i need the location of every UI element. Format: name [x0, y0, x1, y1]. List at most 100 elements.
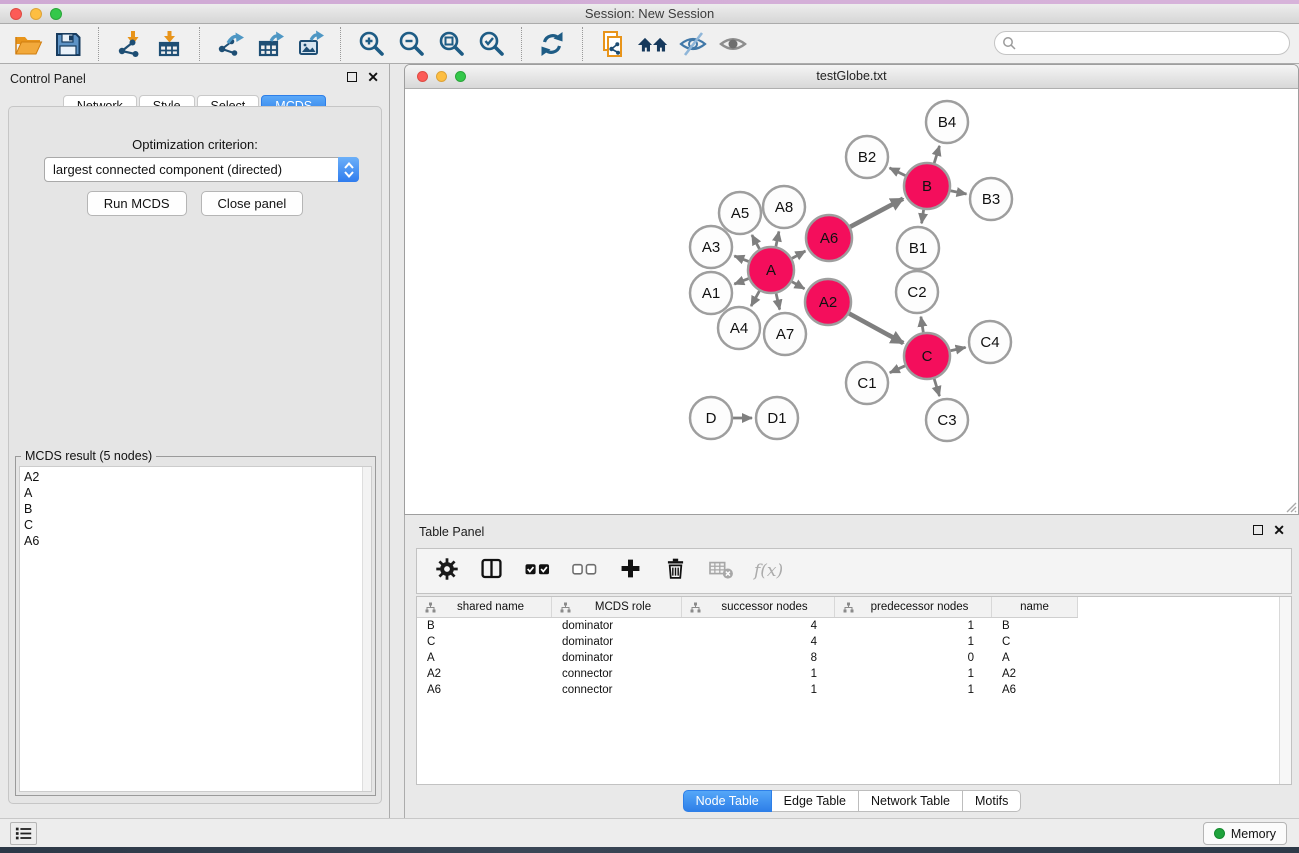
result-item-C[interactable]: C: [24, 517, 359, 533]
cell[interactable]: 4: [682, 636, 835, 648]
close-panel-icon[interactable]: ✕: [367, 72, 379, 82]
graph-node-B4[interactable]: B4: [926, 101, 968, 143]
select-all-columns-button[interactable]: [524, 557, 551, 586]
run-mcds-button[interactable]: Run MCDS: [87, 191, 187, 216]
table-mode-settings-button[interactable]: [435, 557, 459, 586]
dropdown-stepper-icon[interactable]: [338, 157, 359, 182]
table-row-A6[interactable]: A6connector11A6: [417, 682, 1291, 698]
cell[interactable]: 8: [682, 652, 835, 664]
result-item-A2[interactable]: A2: [24, 469, 359, 485]
column-header-MCDS-role[interactable]: MCDS role: [552, 597, 682, 617]
table-row-C[interactable]: Cdominator41C: [417, 634, 1291, 650]
zoom-fit-button[interactable]: [435, 28, 467, 60]
tab-node-table[interactable]: Node Table: [683, 790, 772, 812]
graph-node-A2[interactable]: A2: [805, 279, 851, 325]
open-session-button[interactable]: [12, 28, 44, 60]
edge-A-A8[interactable]: [776, 232, 779, 247]
resize-grip-icon[interactable]: [1283, 499, 1297, 513]
edge-A-A2[interactable]: [792, 282, 805, 289]
graph-node-A5[interactable]: A5: [719, 192, 761, 234]
cell[interactable]: dominator: [552, 652, 682, 664]
graph-node-B1[interactable]: B1: [897, 227, 939, 269]
network-canvas[interactable]: B4B2BB3A8A5A6A3B1AA1C2A2A4A7C4CC1C3DD1: [405, 89, 1298, 514]
close-panel-icon[interactable]: ✕: [1273, 525, 1285, 535]
zoom-window-button[interactable]: [50, 8, 62, 20]
function-builder-button[interactable]: f(x): [754, 561, 783, 581]
zoom-network-button[interactable]: [455, 71, 466, 82]
mcds-result-listbox[interactable]: A2ABCA6: [19, 466, 372, 792]
table-row-B[interactable]: Bdominator41B: [417, 618, 1291, 634]
export-image-button[interactable]: [294, 28, 326, 60]
minimize-network-button[interactable]: [436, 71, 447, 82]
graph-node-C3[interactable]: C3: [926, 399, 968, 441]
graph-node-C1[interactable]: C1: [846, 362, 888, 404]
refresh-button[interactable]: [536, 28, 568, 60]
cell[interactable]: 1: [835, 668, 992, 680]
cell[interactable]: C: [992, 636, 1078, 648]
result-item-A[interactable]: A: [24, 485, 359, 501]
optimization-criterion-dropdown[interactable]: largest connected component (directed): [44, 157, 359, 182]
show-all-button[interactable]: [717, 28, 749, 60]
cell[interactable]: dominator: [552, 636, 682, 648]
close-window-button[interactable]: [10, 8, 22, 20]
network-window-controls[interactable]: [417, 65, 466, 88]
edge-A6-B[interactable]: [850, 199, 903, 227]
edge-A-A4[interactable]: [751, 291, 759, 306]
cell[interactable]: 1: [835, 684, 992, 696]
edge-B-B4[interactable]: [934, 146, 939, 163]
edge-A-A6[interactable]: [792, 251, 805, 258]
edge-A-A7[interactable]: [776, 293, 780, 309]
graph-node-B2[interactable]: B2: [846, 136, 888, 178]
close-panel-button[interactable]: Close panel: [201, 191, 304, 216]
zoom-in-button[interactable]: [355, 28, 387, 60]
search-input[interactable]: [1017, 33, 1289, 53]
unselect-all-columns-button[interactable]: [571, 557, 598, 586]
result-item-B[interactable]: B: [24, 501, 359, 517]
task-history-button[interactable]: [10, 822, 37, 845]
close-network-button[interactable]: [417, 71, 428, 82]
delete-columns-button[interactable]: [663, 556, 688, 586]
graph-node-D1[interactable]: D1: [756, 397, 798, 439]
edge-C-C1[interactable]: [890, 366, 905, 373]
cell[interactable]: A6: [992, 684, 1078, 696]
graph-node-C2[interactable]: C2: [896, 271, 938, 313]
export-network-button[interactable]: [214, 28, 246, 60]
show-columns-button[interactable]: [479, 556, 504, 586]
edge-A2-C[interactable]: [849, 314, 903, 344]
cell[interactable]: connector: [552, 668, 682, 680]
cell[interactable]: dominator: [552, 620, 682, 632]
column-header-predecessor-nodes[interactable]: predecessor nodes: [835, 597, 992, 617]
tab-network-table[interactable]: Network Table: [859, 790, 963, 812]
cell[interactable]: 1: [835, 620, 992, 632]
column-header-successor-nodes[interactable]: successor nodes: [682, 597, 835, 617]
table-row-A2[interactable]: A2connector11A2: [417, 666, 1291, 682]
cell[interactable]: C: [417, 636, 552, 648]
clone-network-button[interactable]: [597, 28, 629, 60]
delete-table-button[interactable]: [708, 558, 734, 585]
edge-B-B1[interactable]: [922, 210, 924, 224]
graph-node-A1[interactable]: A1: [690, 272, 732, 314]
cybrowser-home-button[interactable]: [637, 28, 669, 60]
edge-C-C4[interactable]: [950, 347, 965, 350]
column-header-name[interactable]: name: [992, 597, 1078, 617]
graph-node-C[interactable]: C: [904, 333, 950, 379]
tab-edge-table[interactable]: Edge Table: [772, 790, 859, 812]
column-header-shared-name[interactable]: shared name: [417, 597, 552, 617]
node-table[interactable]: shared nameMCDS rolesuccessor nodesprede…: [416, 596, 1292, 785]
table-scrollbar[interactable]: [1279, 597, 1291, 784]
search-box[interactable]: [994, 31, 1290, 55]
import-table-button[interactable]: [153, 28, 185, 60]
cell[interactable]: 1: [682, 668, 835, 680]
graph-node-A3[interactable]: A3: [690, 226, 732, 268]
create-column-button[interactable]: [618, 556, 643, 586]
cell[interactable]: 0: [835, 652, 992, 664]
table-row-A[interactable]: Adominator80A: [417, 650, 1291, 666]
edge-C-C2[interactable]: [921, 317, 923, 333]
edge-B-B2[interactable]: [890, 168, 906, 176]
graph-node-C4[interactable]: C4: [969, 321, 1011, 363]
edge-A-A5[interactable]: [752, 235, 760, 249]
tab-motifs[interactable]: Motifs: [963, 790, 1021, 812]
export-table-button[interactable]: [254, 28, 286, 60]
float-panel-icon[interactable]: [1253, 525, 1263, 535]
graph-node-A4[interactable]: A4: [718, 307, 760, 349]
